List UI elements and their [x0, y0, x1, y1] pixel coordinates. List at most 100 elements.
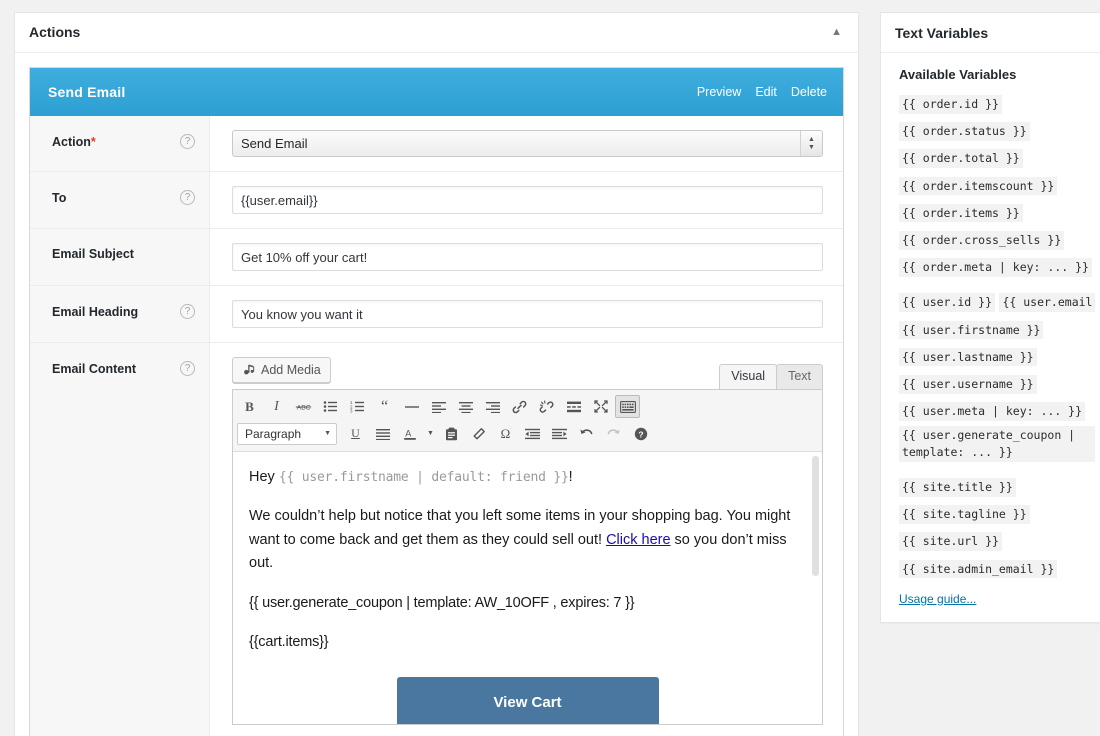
list-item: {{ site.url }} [899, 529, 1100, 552]
list-item: {{ order.status }} [899, 119, 1100, 142]
keyboard-shortcuts-icon[interactable]: ? [628, 422, 653, 445]
delete-link[interactable]: Delete [791, 85, 827, 99]
order-variables-group: {{ order.id }} {{ order.status }} {{ ord… [899, 92, 1100, 278]
text-color-caret-icon[interactable]: ▼ [424, 422, 437, 445]
list-item: {{ user.firstname }} [899, 318, 1100, 341]
editor-scrollbar[interactable] [811, 456, 820, 720]
main-column: Actions ▲ Send Email Preview Edit Delete [0, 0, 860, 736]
text-variables-header[interactable]: Text Variables [881, 13, 1100, 53]
field-label-heading: Email Heading [52, 305, 138, 319]
editor-toolbar: B I ABC [233, 390, 822, 452]
special-character-icon[interactable]: Ω [493, 422, 518, 445]
list-item: {{ order.id }} [899, 92, 1100, 115]
user-variables-group: {{ user.id }} {{ user.email {{ user.firs… [899, 290, 1100, 463]
clear-formatting-icon[interactable] [466, 422, 491, 445]
question-mark-icon[interactable]: ? [180, 190, 195, 205]
fullscreen-icon[interactable] [588, 395, 613, 418]
read-more-icon[interactable] [561, 395, 586, 418]
strikethrough-icon[interactable]: ABC [291, 395, 316, 418]
tab-text[interactable]: Text [776, 364, 823, 389]
list-item: {{ order.total }} [899, 146, 1100, 169]
editor-content-area[interactable]: Hey {{ user.firstname | default: friend … [233, 452, 822, 724]
to-input[interactable] [232, 186, 823, 214]
form-row-to: To ? [30, 172, 843, 229]
tinymce-editor: B I ABC [232, 389, 823, 725]
horizontal-rule-icon[interactable] [399, 395, 424, 418]
add-media-button[interactable]: Add Media [232, 357, 331, 383]
numbered-list-icon[interactable]: 123 [345, 395, 370, 418]
edit-link[interactable]: Edit [755, 85, 777, 99]
insert-link-icon[interactable] [507, 395, 532, 418]
editor-toolbar-row-1: B I ABC [237, 393, 818, 420]
variable-chip[interactable]: {{ order.status }} [899, 122, 1030, 141]
bulleted-list-icon[interactable] [318, 395, 343, 418]
variable-chip[interactable]: {{ user.meta | key: ... }} [899, 402, 1085, 421]
blockquote-icon[interactable]: “ [372, 395, 397, 418]
email-heading-input[interactable] [232, 300, 823, 328]
actions-postbox-header[interactable]: Actions ▲ [15, 13, 858, 53]
question-mark-icon[interactable]: ? [180, 304, 195, 319]
email-content-editor: Add Media Visual Text [232, 357, 823, 725]
form-row-content: Email Content ? [30, 343, 843, 736]
editor-scrollbar-thumb[interactable] [812, 456, 819, 576]
bold-icon[interactable]: B [237, 395, 262, 418]
justify-icon[interactable] [370, 422, 395, 445]
action-card-title: Send Email [48, 84, 125, 100]
action-select[interactable]: Send Email [232, 130, 823, 157]
variable-chip[interactable]: {{ user.username }} [899, 375, 1037, 394]
label-cell-action: Action* ? [30, 116, 210, 172]
sidebar-column: Text Variables Available Variables {{ or… [860, 0, 1086, 623]
variable-chip[interactable]: {{ site.tagline }} [899, 505, 1030, 524]
list-item: {{ order.itemscount }} [899, 174, 1100, 197]
variable-chip[interactable]: {{ site.url }} [899, 532, 1002, 551]
align-right-icon[interactable] [480, 395, 505, 418]
list-item: {{ order.meta | key: ... }} [899, 255, 1100, 278]
variable-chip[interactable]: {{ order.meta | key: ... }} [899, 258, 1092, 277]
variable-chip[interactable]: {{ order.total }} [899, 149, 1023, 168]
list-item: {{ order.items }} [899, 201, 1100, 224]
align-left-icon[interactable] [426, 395, 451, 418]
variable-chip[interactable]: {{ order.itemscount }} [899, 177, 1057, 196]
question-mark-icon[interactable]: ? [180, 134, 195, 149]
select-arrows-icon[interactable]: ▲▼ [800, 131, 822, 156]
preview-link[interactable]: Preview [697, 85, 741, 99]
action-card-header: Send Email Preview Edit Delete [30, 68, 843, 116]
format-select[interactable]: Paragraph ▼ [237, 423, 337, 445]
required-marker: * [91, 135, 96, 149]
svg-text:A: A [405, 428, 411, 438]
action-select-wrapper[interactable]: Send Email ▲▼ [232, 130, 823, 157]
toolbar-toggle-icon[interactable] [615, 395, 640, 418]
click-here-link[interactable]: Click here [606, 532, 670, 548]
chevron-up-icon[interactable]: ▲ [827, 23, 846, 42]
variable-chip[interactable]: {{ site.title }} [899, 478, 1016, 497]
variable-chip[interactable]: {{ user.generate_coupon | template: ... … [899, 426, 1095, 461]
email-subject-input[interactable] [232, 243, 823, 271]
variable-chip[interactable]: {{ order.items }} [899, 204, 1023, 223]
undo-icon[interactable] [574, 422, 599, 445]
align-center-icon[interactable] [453, 395, 478, 418]
variable-chip[interactable]: {{ user.lastname }} [899, 348, 1037, 367]
action-form-table: Action* ? Send Email ▲▼ [30, 116, 843, 736]
outdent-icon[interactable] [520, 422, 545, 445]
admin-page: Actions ▲ Send Email Preview Edit Delete [0, 0, 1100, 736]
tab-visual[interactable]: Visual [719, 364, 777, 389]
view-cart-button[interactable]: View Cart [397, 677, 659, 724]
editor-paragraph-body: We couldn’t help but notice that you lef… [249, 505, 806, 575]
form-row-subject: Email Subject [30, 229, 843, 286]
variable-chip[interactable]: {{ order.id }} [899, 95, 1002, 114]
variable-chip[interactable]: {{ site.admin_email }} [899, 560, 1057, 579]
variable-chip[interactable]: {{ user.firstname }} [899, 321, 1043, 340]
paste-as-text-icon[interactable] [439, 422, 464, 445]
variable-chip[interactable]: {{ user.email [999, 293, 1095, 312]
firstname-variable: {{ user.firstname | default: friend }} [279, 470, 569, 485]
question-mark-icon[interactable]: ? [180, 361, 195, 376]
indent-icon[interactable] [547, 422, 572, 445]
variable-chip[interactable]: {{ user.id }} [899, 293, 995, 312]
variable-chip[interactable]: {{ order.cross_sells }} [899, 231, 1064, 250]
underline-icon[interactable]: U [343, 422, 368, 445]
italic-icon[interactable]: I [264, 395, 289, 418]
unlink-icon[interactable] [534, 395, 559, 418]
text-color-icon[interactable]: A [397, 422, 422, 445]
usage-guide-link[interactable]: Usage guide... [899, 592, 976, 606]
list-item: {{ site.tagline }} [899, 502, 1100, 525]
